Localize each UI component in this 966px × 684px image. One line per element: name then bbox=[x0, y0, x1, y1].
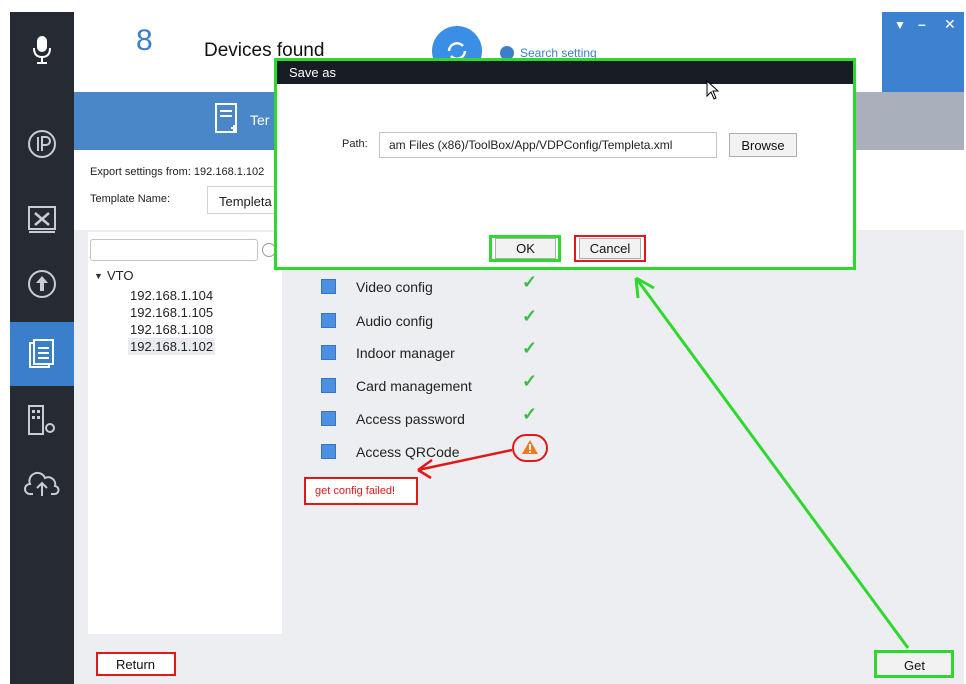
mouse-cursor-icon bbox=[706, 79, 720, 103]
path-input[interactable]: am Files (x86)/ToolBox/App/VDPConfig/Tem… bbox=[379, 132, 717, 158]
return-label: Return bbox=[116, 657, 156, 672]
error-message: get config failed! bbox=[315, 485, 396, 497]
cancel-button[interactable]: Cancel bbox=[579, 238, 641, 259]
get-label: Get bbox=[904, 658, 925, 673]
dialog-title-bar: Save as bbox=[277, 61, 853, 84]
browse-button[interactable]: Browse bbox=[729, 133, 797, 157]
dialog-title: Save as bbox=[289, 65, 336, 80]
get-button[interactable]: Get bbox=[874, 650, 954, 678]
save-as-dialog bbox=[274, 58, 856, 270]
error-message-box: get config failed! bbox=[304, 477, 418, 505]
return-button[interactable]: Return bbox=[96, 652, 176, 676]
ok-button[interactable]: OK bbox=[495, 238, 556, 259]
path-label: Path: bbox=[342, 138, 368, 150]
